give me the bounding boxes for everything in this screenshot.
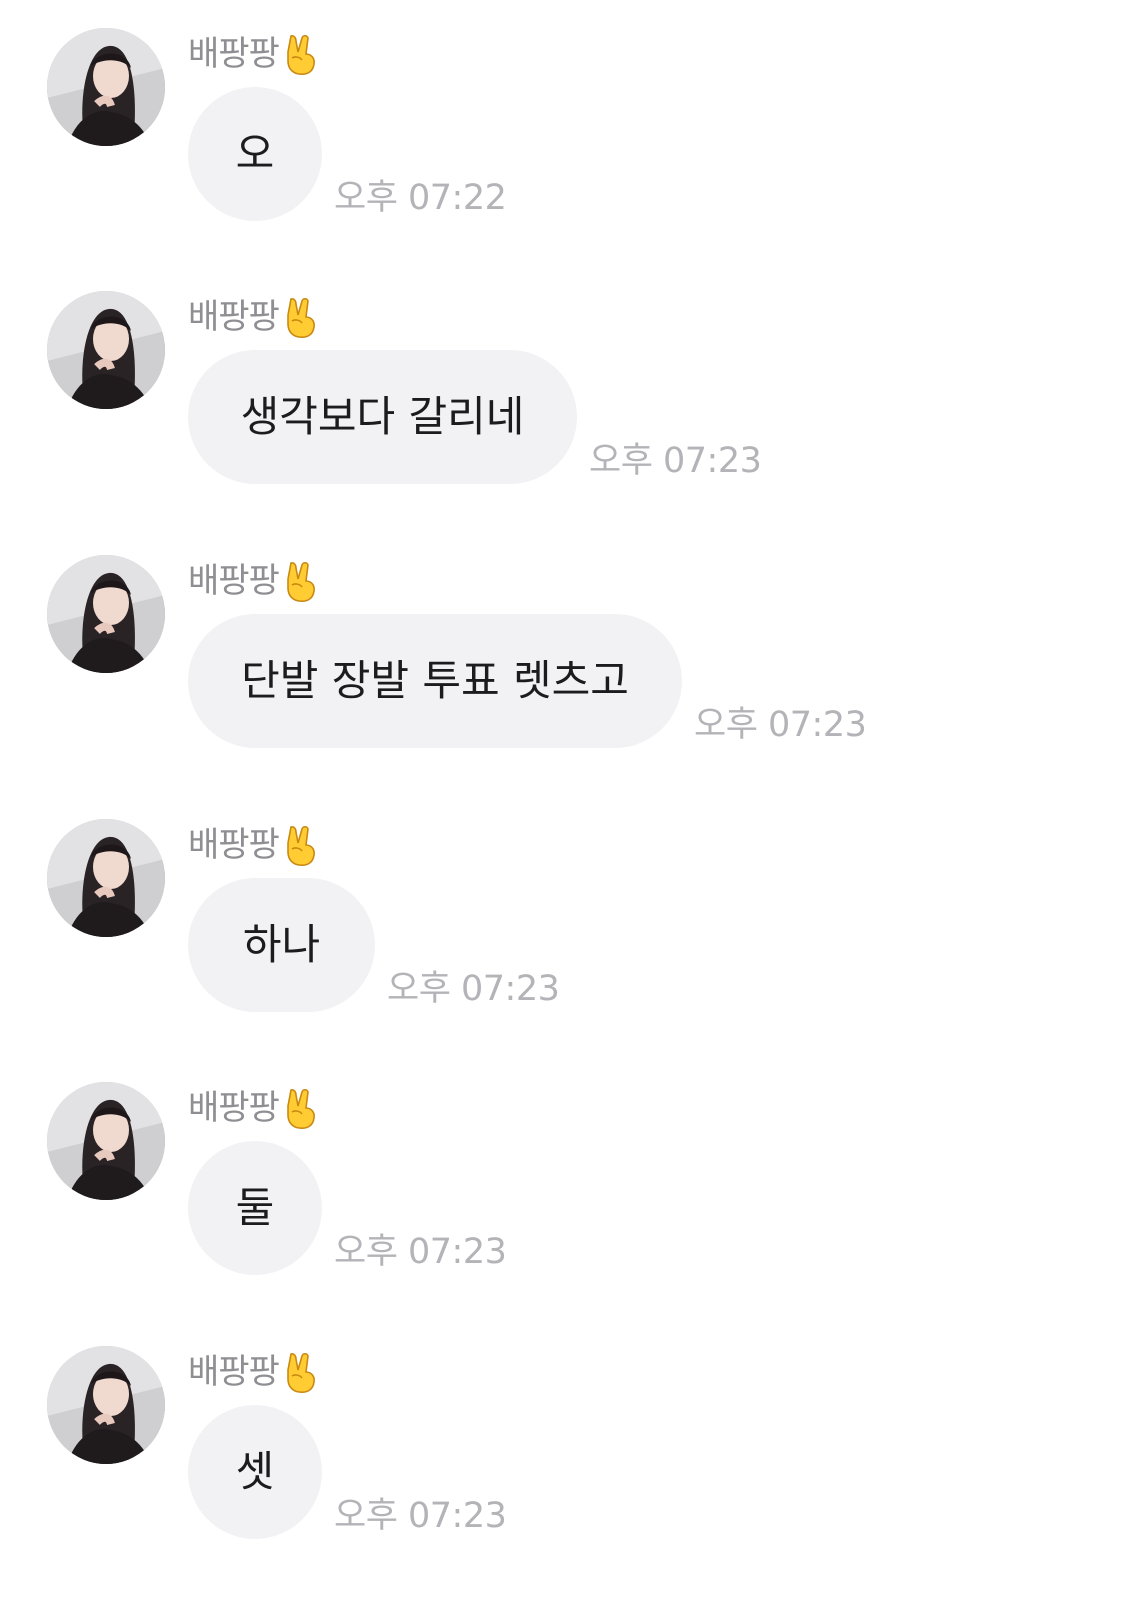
sender-name-text: 배팡팡 [188, 1088, 280, 1128]
avatar-photo-icon [47, 555, 165, 673]
victory-hand-icon [281, 823, 321, 867]
message-bubble[interactable]: 셋 [188, 1405, 322, 1539]
sender-name-text: 배팡팡 [188, 825, 280, 865]
sender-name-text: 배팡팡 [188, 297, 280, 337]
victory-hand-icon [281, 295, 321, 339]
avatar-photo-icon [47, 1346, 165, 1464]
victory-hand-icon [281, 1086, 321, 1130]
sender-name-text: 배팡팡 [188, 1352, 280, 1392]
message-bubble[interactable]: 생각보다 갈리네 [188, 350, 577, 484]
message-row: 배팡팡 둘 오후 07:23 [0, 1082, 1125, 1302]
message-bubble[interactable]: 단발 장발 투표 렛츠고 [188, 614, 682, 748]
victory-hand-icon [281, 1350, 321, 1394]
message-time: 오후 07:23 [334, 1496, 507, 1536]
message-bubble[interactable]: 하나 [188, 878, 375, 1012]
message-bubble[interactable]: 둘 [188, 1141, 322, 1275]
message-time: 오후 07:23 [387, 969, 560, 1009]
message-row: 배팡팡 단발 장발 투표 렛츠고 오후 07:23 [0, 555, 1125, 775]
sender-name: 배팡팡 [188, 559, 321, 603]
message-time: 오후 07:22 [334, 178, 507, 218]
message-row: 배팡팡 생각보다 갈리네 오후 07:23 [0, 291, 1125, 511]
chat-message-list[interactable]: 배팡팡 오 오후 07:22 배팡팡 생각보다 갈리네 오후 07:23 배팡팡… [0, 0, 1125, 1606]
avatar-photo-icon [47, 28, 165, 146]
avatar-photo-icon [47, 819, 165, 937]
message-row: 배팡팡 하나 오후 07:23 [0, 819, 1125, 1039]
message-time: 오후 07:23 [334, 1232, 507, 1272]
message-row: 배팡팡 오 오후 07:22 [0, 28, 1125, 248]
sender-avatar[interactable] [47, 291, 165, 409]
sender-name: 배팡팡 [188, 1086, 321, 1130]
sender-name-text: 배팡팡 [188, 34, 280, 74]
message-time: 오후 07:23 [589, 441, 762, 481]
sender-name: 배팡팡 [188, 823, 321, 867]
victory-hand-icon [281, 559, 321, 603]
sender-avatar[interactable] [47, 28, 165, 146]
sender-avatar[interactable] [47, 819, 165, 937]
avatar-photo-icon [47, 1082, 165, 1200]
avatar-photo-icon [47, 291, 165, 409]
sender-name: 배팡팡 [188, 1350, 321, 1394]
sender-avatar[interactable] [47, 1082, 165, 1200]
message-row: 배팡팡 셋 오후 07:23 [0, 1346, 1125, 1566]
sender-avatar[interactable] [47, 1346, 165, 1464]
message-bubble[interactable]: 오 [188, 87, 322, 221]
sender-name-text: 배팡팡 [188, 561, 280, 601]
victory-hand-icon [281, 32, 321, 76]
sender-avatar[interactable] [47, 555, 165, 673]
sender-name: 배팡팡 [188, 32, 321, 76]
message-time: 오후 07:23 [694, 705, 867, 745]
sender-name: 배팡팡 [188, 295, 321, 339]
